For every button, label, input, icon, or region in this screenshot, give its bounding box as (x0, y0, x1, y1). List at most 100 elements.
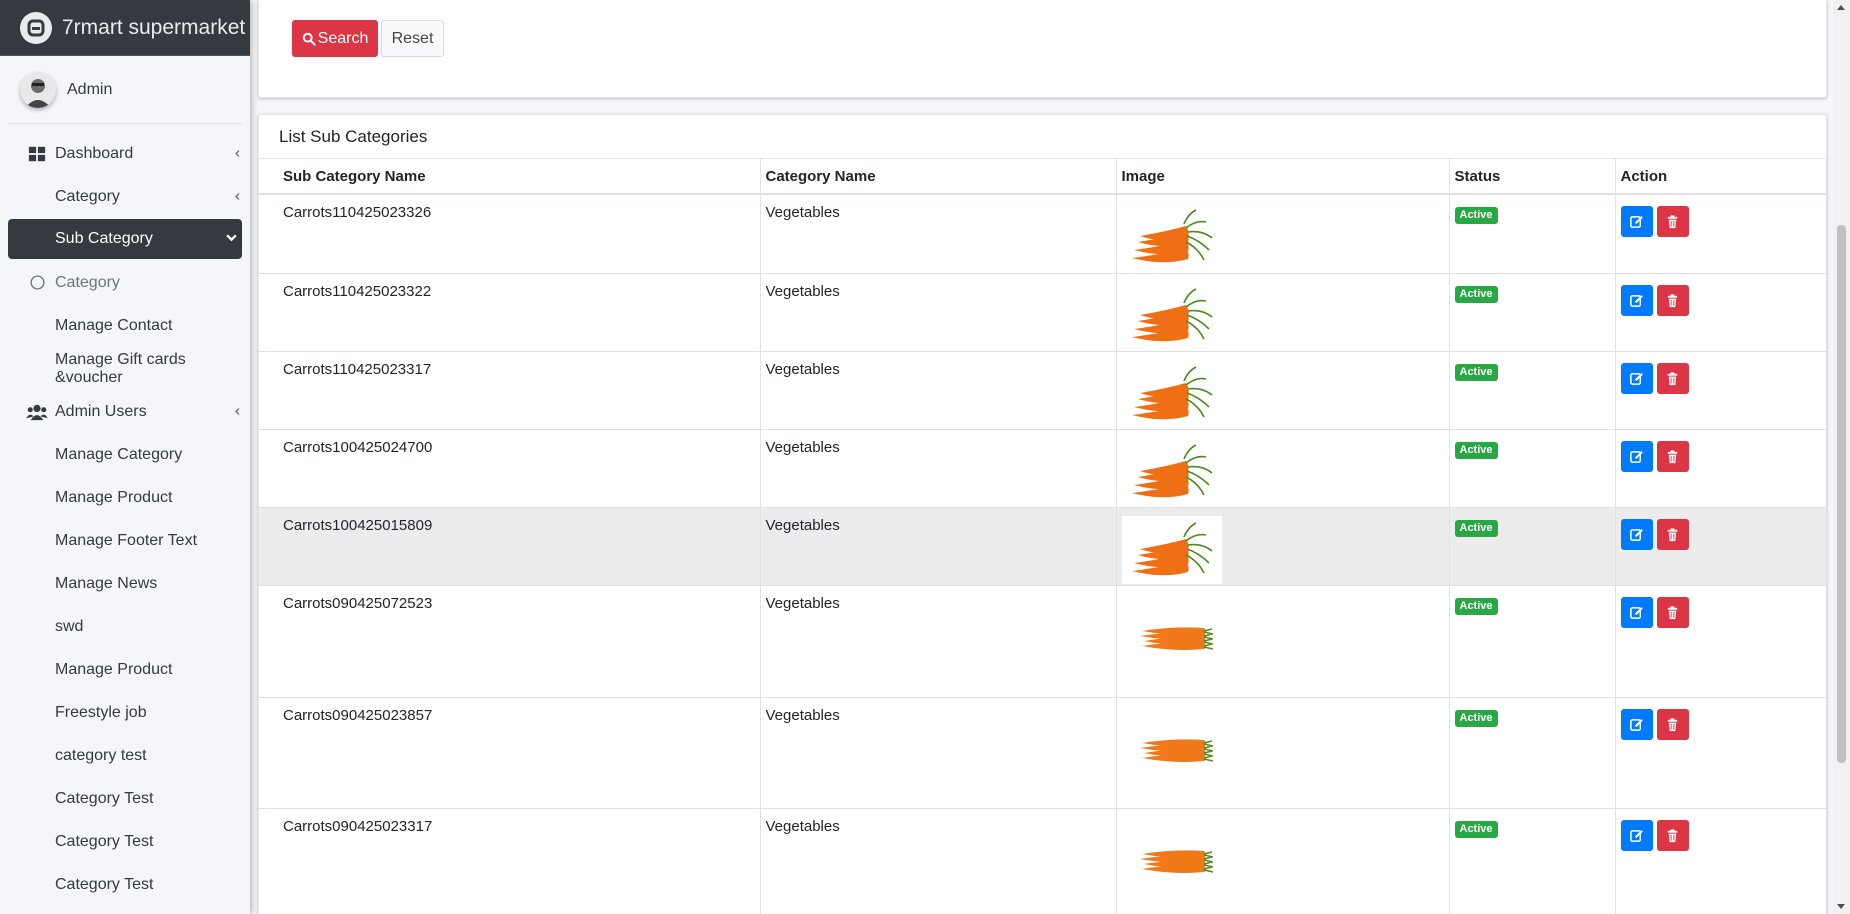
status-badge[interactable]: Active (1454, 709, 1498, 727)
reset-button[interactable]: Reset (381, 20, 444, 57)
sidebar-item-label: Sub Category (55, 230, 153, 247)
status-badge[interactable]: Active (1454, 519, 1498, 537)
table-row: Carrots110425023317 Vegetables Active (259, 350, 1827, 429)
edit-button[interactable] (1620, 284, 1653, 316)
status-badge[interactable]: Active (1454, 207, 1498, 224)
delete-button[interactable] (1656, 708, 1689, 740)
sidebar-item-swd[interactable]: swd (8, 605, 242, 648)
edit-button[interactable] (1620, 819, 1653, 851)
sidebar-item-manage-contact[interactable]: Manage Contact (8, 304, 242, 347)
list-card: List Sub Categories Sub Category Name Ca… (258, 114, 1827, 914)
category-name-cell: Vegetables (760, 807, 1117, 914)
scroll-thumb[interactable] (1837, 225, 1846, 763)
image-cell (1116, 807, 1450, 914)
sidebar-item-label: Manage Category (55, 445, 183, 463)
category-name-cell: Vegetables (760, 193, 1117, 273)
trash-icon (1667, 605, 1678, 619)
status-badge[interactable]: Active (1454, 820, 1498, 838)
search-icon (302, 32, 316, 46)
scroll-down-arrow-icon[interactable] (1837, 904, 1845, 909)
edit-icon (1630, 718, 1643, 731)
user-panel[interactable]: Admin (8, 56, 242, 124)
sidebar-item-category-test[interactable]: Category Test (8, 863, 242, 906)
edit-button[interactable] (1620, 518, 1653, 550)
sidebar-item-manage-category[interactable]: Manage Category (8, 433, 242, 476)
action-cell (1615, 506, 1827, 585)
edit-icon (1630, 528, 1643, 541)
sidebar-item-manage-news[interactable]: Manage News (8, 562, 242, 605)
delete-button[interactable] (1656, 206, 1689, 237)
sub-category-name-cell: Carrots110425023326 (259, 193, 761, 273)
edit-button[interactable] (1620, 708, 1653, 740)
circle-icon (26, 272, 48, 294)
sidebar-item-label: category test (55, 746, 147, 764)
sidebar-item-label: Dashboard (55, 144, 134, 162)
delete-button[interactable] (1656, 362, 1689, 394)
sidebar-item-category-test[interactable]: Category Test (8, 820, 242, 863)
sidebar-item-category-test[interactable]: Category Test (8, 777, 242, 820)
table-row: Carrots110425023322 Vegetables Active (259, 272, 1827, 351)
sidebar-item-sub-category[interactable]: Sub Category (8, 219, 242, 259)
delete-button[interactable] (1656, 440, 1689, 472)
edit-button[interactable] (1620, 440, 1653, 472)
sub-category-name-cell: Carrots090425072523 (259, 584, 761, 697)
scroll-up-arrow-icon[interactable] (1837, 5, 1845, 10)
status-badge[interactable]: Active (1454, 597, 1498, 615)
trash-icon (1667, 527, 1678, 541)
column-header-sub-category-name: Sub Category Name (259, 159, 761, 195)
edit-button[interactable] (1620, 596, 1653, 628)
status-badge[interactable]: Active (1454, 285, 1498, 303)
edit-icon (1630, 606, 1643, 619)
chevron-left-icon (233, 147, 242, 161)
status-badge[interactable]: Active (1454, 363, 1498, 381)
main-content: Search Reset List Sub Categories Sub Cat… (258, 0, 1827, 914)
image-cell (1116, 584, 1450, 697)
action-cell (1615, 193, 1827, 273)
sidebar-item-label: Category Test (55, 789, 154, 807)
sidebar: 7rmart supermarket Admin Dashboard Catego… (0, 0, 250, 914)
sidebar-item-category[interactable]: Category (8, 175, 242, 218)
edit-icon (1630, 372, 1643, 385)
page-scrollbar[interactable] (1833, 0, 1850, 914)
sidebar-item-manage-gift-cards-voucher[interactable]: Manage Gift cards &voucher (8, 347, 242, 390)
trash-icon (1667, 215, 1678, 229)
delete-button[interactable] (1656, 518, 1689, 550)
users-icon (26, 401, 48, 423)
status-badge[interactable]: Active (1454, 441, 1498, 459)
delete-button[interactable] (1656, 284, 1689, 316)
column-header-image: Image (1116, 159, 1450, 195)
sidebar-item-category-test[interactable]: category test (8, 734, 242, 777)
table-row: Carrots110425023326 Vegetables Active (259, 193, 1827, 273)
carrot-image (1121, 359, 1222, 428)
trash-icon (1667, 717, 1678, 731)
table-row: Carrots100425024700 Vegetables Active (259, 428, 1827, 507)
delete-button[interactable] (1656, 596, 1689, 628)
brand-link[interactable]: 7rmart supermarket (0, 0, 250, 56)
carrot-image (1121, 437, 1222, 506)
sidebar-item-dashboard[interactable]: Dashboard (8, 132, 242, 175)
sidebar-item-freestyle-job[interactable]: Freestyle job (8, 691, 242, 734)
search-card: Search Reset (258, 0, 1827, 98)
image-cell (1116, 350, 1450, 429)
action-cell (1615, 350, 1827, 429)
sidebar-item-admin-users[interactable]: Admin Users (8, 390, 242, 433)
action-cell (1615, 584, 1827, 697)
edit-button[interactable] (1620, 362, 1653, 394)
sidebar-item-label: Manage Gift cards &voucher (55, 350, 186, 386)
edit-icon (1630, 450, 1643, 463)
search-button[interactable]: Search (292, 20, 378, 57)
status-cell: Active (1449, 807, 1616, 914)
edit-button[interactable] (1620, 206, 1653, 237)
sidebar-item-label: Freestyle job (55, 703, 147, 721)
status-cell: Active (1449, 696, 1616, 808)
image-cell (1116, 272, 1450, 351)
category-name-cell: Vegetables (760, 272, 1117, 351)
chevron-left-icon (233, 190, 242, 204)
carrot-image (1121, 593, 1222, 662)
sidebar-item-manage-footer-text[interactable]: Manage Footer Text (8, 519, 242, 562)
sidebar-item-manage-product[interactable]: Manage Product (8, 648, 242, 691)
sidebar-item-manage-product[interactable]: Manage Product (8, 476, 242, 519)
table-row: Carrots100425015809 Vegetables Active (259, 506, 1827, 585)
sidebar-item-category[interactable]: Category (8, 261, 242, 304)
delete-button[interactable] (1656, 819, 1689, 851)
